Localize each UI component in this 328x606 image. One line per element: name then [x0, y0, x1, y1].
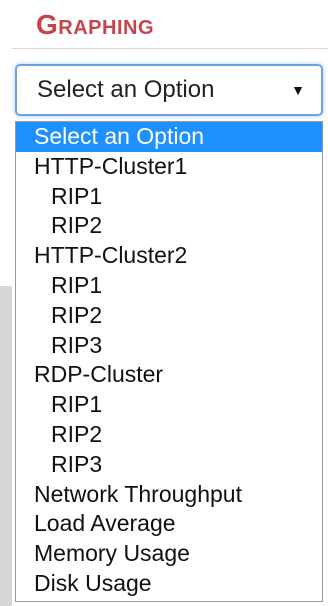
graphing-panel: Graphing Select an Option ▼ Select an Op… [0, 0, 328, 606]
dropdown-option-rip1[interactable]: RIP1 [16, 271, 322, 301]
dropdown-option-rip3[interactable]: RIP3 [16, 331, 322, 361]
dropdown-option-memory-usage[interactable]: Memory Usage [16, 539, 322, 569]
dropdown-arrow-icon[interactable]: ▼ [291, 83, 305, 97]
section-title: Graphing [36, 9, 155, 40]
section-divider [12, 48, 328, 49]
graph-select[interactable]: Select an Option ▼ [15, 64, 323, 116]
dropdown-option-http-cluster1[interactable]: HTTP-Cluster1 [16, 152, 322, 182]
dropdown-option-rip3[interactable]: RIP3 [16, 450, 322, 480]
dropdown-option-network-throughput[interactable]: Network Throughput [16, 480, 322, 510]
dropdown-option-http-cluster2[interactable]: HTTP-Cluster2 [16, 241, 322, 271]
dropdown-option-rip2[interactable]: RIP2 [16, 420, 322, 450]
dropdown-option-rip2[interactable]: RIP2 [16, 301, 322, 331]
background-panel [0, 286, 12, 606]
dropdown-option-disk-usage[interactable]: Disk Usage [16, 569, 322, 599]
dropdown-option-select-an-option[interactable]: Select an Option [16, 122, 322, 152]
select-current-value: Select an Option [37, 76, 215, 103]
dropdown-list[interactable]: Select an Option HTTP-Cluster1 RIP1 RIP2 HTT… [15, 121, 323, 602]
dropdown-option-rip1[interactable]: RIP1 [16, 390, 322, 420]
dropdown-option-load-average[interactable]: Load Average [16, 509, 322, 539]
dropdown-option-rip1[interactable]: RIP1 [16, 182, 322, 212]
dropdown-option-rip2[interactable]: RIP2 [16, 211, 322, 241]
dropdown-option-rdp-cluster[interactable]: RDP-Cluster [16, 360, 322, 390]
